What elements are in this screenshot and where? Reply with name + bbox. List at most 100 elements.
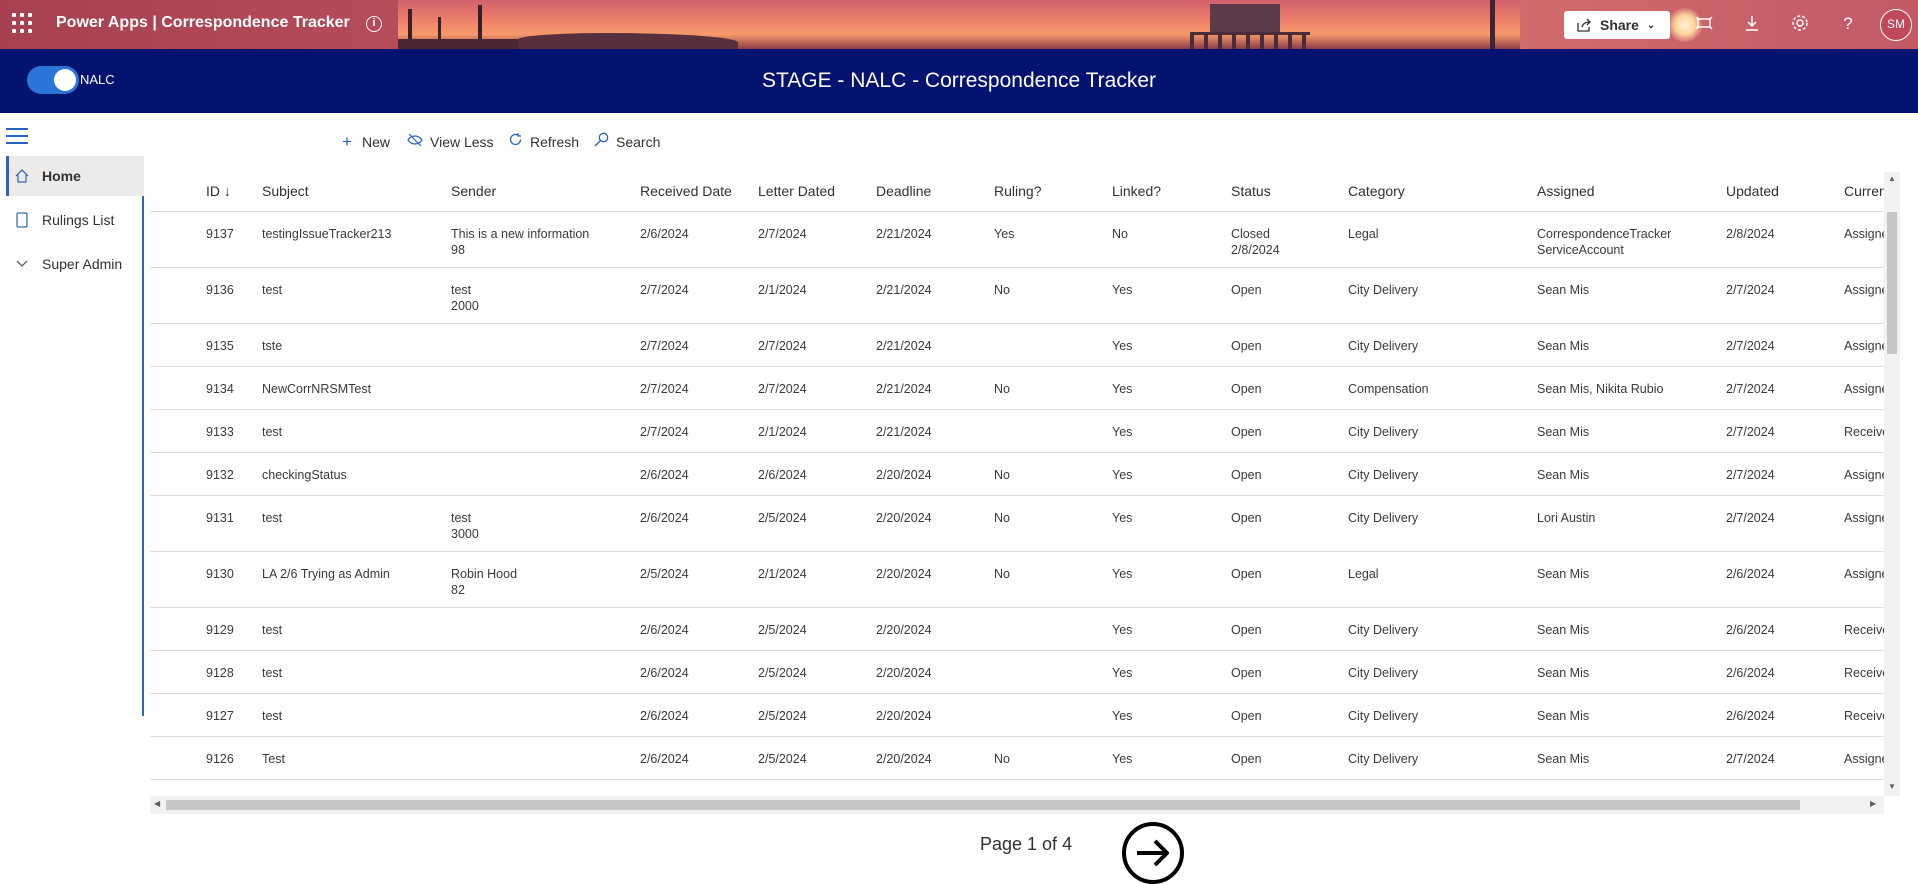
cell-text: 2/6/2024 — [640, 666, 689, 680]
refresh-button[interactable]: Refresh — [506, 131, 579, 153]
info-icon[interactable]: i — [366, 16, 382, 32]
column-header-ruling[interactable]: Ruling? — [994, 183, 1041, 199]
cell-status: Open — [1231, 665, 1262, 681]
cell-text: Closed — [1231, 227, 1270, 241]
cell-linked: Yes — [1112, 622, 1132, 638]
vertical-scrollbar[interactable]: ▲ ▼ — [1884, 172, 1900, 796]
cell-current: Assigne — [1844, 338, 1884, 354]
search-button[interactable]: Search — [592, 131, 660, 153]
cell-text: 2/5/2024 — [758, 709, 807, 723]
cell-text: Yes — [1112, 752, 1133, 766]
column-header-category[interactable]: Category — [1348, 183, 1405, 199]
horizontal-scrollbar[interactable]: ◀ ▶ — [150, 796, 1884, 814]
sidebar-item-super-admin[interactable]: Super Admin — [6, 244, 144, 284]
cell-text: Yes — [994, 227, 1015, 241]
document-icon — [14, 212, 30, 228]
settings-gear-icon[interactable] — [1790, 14, 1810, 34]
sidebar-item-home[interactable]: Home — [6, 156, 144, 196]
cell-deadline: 2/20/2024 — [876, 665, 932, 681]
cell-assigned: Sean Mis — [1537, 282, 1589, 298]
download-icon[interactable] — [1742, 14, 1762, 34]
column-header-deadline[interactable]: Deadline — [876, 183, 931, 199]
cell-text: Yes — [1112, 623, 1133, 637]
cell-text: Sean Mis — [1537, 567, 1590, 581]
app-launcher-icon[interactable] — [12, 13, 34, 35]
column-header-updated[interactable]: Updated — [1726, 183, 1779, 199]
cell-text: City Delivery — [1348, 709, 1419, 723]
cell-current: Assigne — [1844, 751, 1884, 767]
scroll-up-icon[interactable]: ▲ — [1888, 174, 1896, 183]
avatar[interactable]: SM — [1880, 9, 1912, 41]
plus-icon: + — [342, 132, 352, 151]
horizontal-scroll-thumb[interactable] — [166, 800, 1800, 810]
table-row[interactable]: 9132 checkingStatus 2/6/2024 2/6/2024 2/20/2… — [150, 453, 1884, 496]
cell-sender: Robin Hood 82 — [451, 566, 517, 598]
column-header-status[interactable]: Status — [1231, 183, 1271, 199]
view-less-button[interactable]: View Less — [406, 131, 494, 153]
column-header-id[interactable]: ID ↓ — [206, 183, 231, 199]
table-row[interactable]: 9133 test 2/7/2024 2/1/2024 2/21/2024 Yes Open… — [150, 410, 1884, 453]
cell-text: Sean Mis — [1537, 666, 1590, 680]
fit-to-screen-icon[interactable] — [1694, 14, 1714, 34]
cell-text: 2/7/2024 — [1726, 511, 1775, 525]
cell-current: Receive — [1844, 708, 1884, 724]
cell-status: Open — [1231, 381, 1262, 397]
cell-text: 2/8/2024 — [1726, 227, 1775, 241]
help-icon[interactable]: ? — [1838, 14, 1858, 34]
column-header-received-date[interactable]: Received Date — [640, 183, 732, 199]
column-header-linked[interactable]: Linked? — [1112, 183, 1161, 199]
column-header-subject[interactable]: Subject — [262, 183, 309, 199]
column-header-sender[interactable]: Sender — [451, 183, 496, 199]
cell-linked: Yes — [1112, 708, 1132, 724]
cell-assigned: Sean Mis — [1537, 338, 1589, 354]
column-header-assigned[interactable]: Assigned — [1537, 183, 1595, 199]
cell-text: checkingStatus — [262, 468, 347, 482]
column-header-current[interactable]: Curren — [1844, 183, 1884, 199]
cell-text: 2/6/2024 — [1726, 623, 1775, 637]
share-label: Share — [1600, 17, 1639, 33]
cell-deadline: 2/21/2024 — [876, 338, 932, 354]
hamburger-menu-icon[interactable] — [6, 128, 28, 144]
cell-text: City Delivery — [1348, 623, 1419, 637]
cell-text: Receive — [1844, 623, 1884, 637]
cell-subject: testingIssueTracker213 — [262, 226, 391, 242]
cell-text: 2/21/2024 — [876, 283, 932, 297]
cell-text: Assigne — [1844, 468, 1884, 482]
scroll-left-icon[interactable]: ◀ — [154, 799, 160, 808]
scroll-right-icon[interactable]: ▶ — [1870, 799, 1876, 808]
cell-subject: LA 2/6 Trying as Admin — [262, 566, 390, 582]
cell-text: Sean Mis — [1537, 623, 1590, 637]
table-row[interactable]: 9130 LA 2/6 Trying as Admin Robin Hood 82 2/… — [150, 552, 1884, 608]
table-row[interactable]: 9135 tste 2/7/2024 2/7/2024 2/21/2024 Yes Open… — [150, 324, 1884, 367]
cell-text: 2/7/2024 — [1726, 382, 1775, 396]
cell-text: Sean Mis — [1537, 752, 1590, 766]
cell-text: 2/6/2024 — [640, 227, 689, 241]
cell-text: Yes — [1112, 468, 1133, 482]
sidebar-item-label: Rulings List — [42, 212, 115, 228]
cell-text: 9132 — [206, 468, 234, 482]
cell-text: Legal — [1348, 567, 1379, 581]
share-button[interactable]: Share ⌄ — [1564, 11, 1670, 39]
cell-text: No — [994, 468, 1010, 482]
table-row[interactable]: 9137 testingIssueTracker213 This is a new … — [150, 212, 1884, 268]
cell-received-date: 2/6/2024 — [640, 708, 689, 724]
table-row[interactable]: 9126 Test 2/6/2024 2/5/2024 2/20/2024 No Yes Op… — [150, 737, 1884, 780]
cell-text: Open — [1231, 339, 1262, 353]
table-row[interactable]: 9129 test 2/6/2024 2/5/2024 2/20/2024 Yes Open… — [150, 608, 1884, 651]
table-row[interactable]: 9136 test test 2000 2/7/2024 2/1/2024 2/21/202… — [150, 268, 1884, 324]
cell-assigned: Sean Mis — [1537, 424, 1589, 440]
table-row[interactable]: 9127 test 2/6/2024 2/5/2024 2/20/2024 Yes Open… — [150, 694, 1884, 737]
new-button[interactable]: + New — [338, 131, 390, 153]
cell-linked: Yes — [1112, 467, 1132, 483]
scroll-down-icon[interactable]: ▼ — [1888, 782, 1896, 791]
cell-id: 9134 — [206, 381, 234, 397]
table-row[interactable]: 9134 NewCorrNRSMTest 2/7/2024 2/7/2024 2/21/… — [150, 367, 1884, 410]
table-row[interactable]: 9131 test test 3000 2/6/2024 2/5/2024 2/20/202… — [150, 496, 1884, 552]
vertical-scroll-thumb[interactable] — [1887, 212, 1897, 354]
cell-updated: 2/7/2024 — [1726, 282, 1775, 298]
column-header-letter-dated[interactable]: Letter Dated — [758, 183, 835, 199]
next-page-button[interactable] — [1122, 822, 1184, 884]
table-row[interactable]: 9128 test 2/6/2024 2/5/2024 2/20/2024 Yes Open… — [150, 651, 1884, 694]
cell-subject: test — [262, 665, 282, 681]
sidebar-item-rulings-list[interactable]: Rulings List — [6, 200, 144, 240]
